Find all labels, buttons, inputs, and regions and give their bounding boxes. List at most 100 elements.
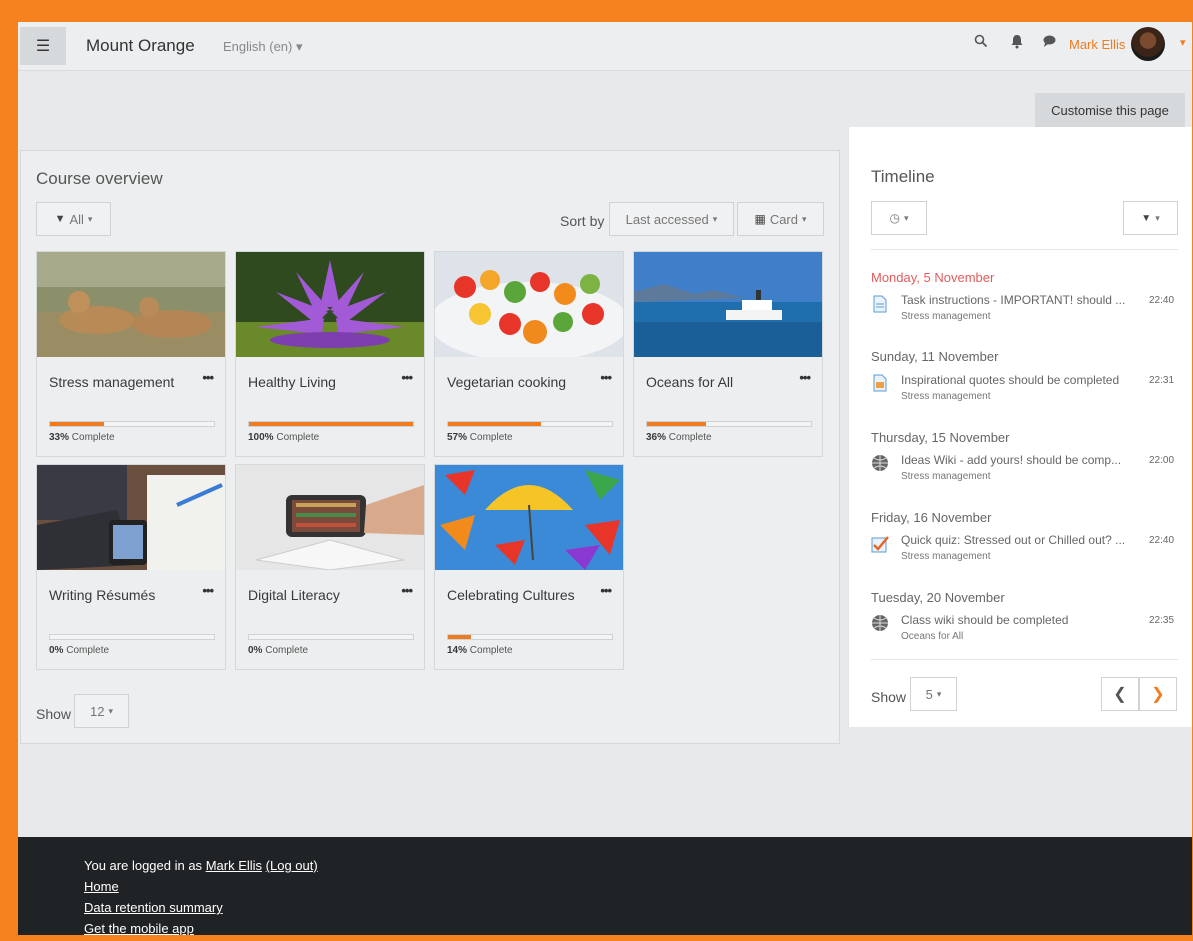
- course-name[interactable]: Healthy Living: [248, 374, 336, 390]
- timeline-day: Sunday, 11 November: [871, 349, 999, 364]
- user-menu-name[interactable]: Mark Ellis: [1069, 37, 1125, 52]
- more-options-icon[interactable]: •••: [202, 583, 214, 598]
- view-dropdown[interactable]: ▦ Card ▾: [737, 202, 824, 236]
- progress-label: Complete: [668, 432, 712, 443]
- progress-text: 0% Complete: [248, 645, 308, 656]
- show-count-dropdown[interactable]: 12 ▾: [74, 694, 129, 728]
- logged-in-text: You are logged in as: [84, 858, 203, 873]
- user-profile-link[interactable]: Mark Ellis: [206, 858, 262, 873]
- progress-bar: [49, 421, 215, 427]
- timeline-event-title[interactable]: Task instructions - IMPORTANT! should ..…: [901, 293, 1145, 307]
- course-image[interactable]: [236, 252, 424, 357]
- divider: [871, 249, 1178, 250]
- timeline-event-title[interactable]: Class wiki should be completed: [901, 613, 1145, 627]
- search-icon[interactable]: [974, 34, 988, 52]
- assignment-icon: [871, 373, 889, 393]
- course-image[interactable]: [37, 465, 225, 570]
- next-page-button[interactable]: ❯: [1139, 677, 1177, 711]
- progress-label: Complete: [265, 645, 309, 656]
- site-name[interactable]: Mount Orange: [86, 36, 195, 56]
- show-count-value: 12: [90, 703, 105, 719]
- course-card[interactable]: Vegetarian cooking ••• 57% Complete: [434, 251, 624, 457]
- mobile-app-link[interactable]: Get the mobile app: [84, 921, 194, 935]
- filter-icon: ▼: [54, 213, 66, 225]
- previous-page-button[interactable]: ❮: [1101, 677, 1139, 711]
- course-card[interactable]: Oceans for All ••• 36% Complete: [633, 251, 823, 457]
- timeline-day: Friday, 16 November: [871, 510, 992, 525]
- caret-down-icon: ▾: [712, 213, 718, 224]
- course-name[interactable]: Stress management: [49, 374, 174, 390]
- caret-down-icon[interactable]: ▾: [1180, 36, 1186, 49]
- caret-down-icon: ▾: [903, 212, 909, 223]
- show-count-dropdown[interactable]: 5 ▾: [910, 677, 957, 711]
- progress-percent: 100%: [248, 432, 274, 443]
- wiki-icon: [871, 613, 889, 633]
- more-options-icon[interactable]: •••: [600, 370, 612, 385]
- filter-label: All: [69, 211, 84, 227]
- progress-text: 57% Complete: [447, 432, 513, 443]
- grouping-filter-button[interactable]: ▼ All ▾: [36, 202, 111, 236]
- more-options-icon[interactable]: •••: [401, 370, 413, 385]
- sort-label: Sort by: [560, 213, 605, 229]
- course-name[interactable]: Digital Literacy: [248, 587, 340, 603]
- course-name[interactable]: Vegetarian cooking: [447, 374, 566, 390]
- sort-dropdown[interactable]: Last accessed ▾: [609, 202, 734, 236]
- language-menu[interactable]: English (en) ▾: [223, 39, 303, 55]
- more-options-icon[interactable]: •••: [799, 370, 811, 385]
- progress-fill: [249, 422, 413, 426]
- more-options-icon[interactable]: •••: [202, 370, 214, 385]
- view-value: Card: [769, 211, 798, 227]
- data-retention-link[interactable]: Data retention summary: [84, 900, 223, 915]
- logout-link[interactable]: (Log out): [266, 858, 318, 873]
- chat-icon[interactable]: [1042, 34, 1057, 52]
- progress-percent: 0%: [49, 645, 64, 656]
- course-image[interactable]: [435, 252, 623, 357]
- progress-text: 0% Complete: [49, 645, 109, 656]
- course-card[interactable]: Digital Literacy ••• 0% Complete: [235, 464, 425, 670]
- course-image[interactable]: [634, 252, 822, 357]
- timeline-day: Thursday, 15 November: [871, 430, 1010, 445]
- progress-percent: 36%: [646, 432, 667, 443]
- timeline-inner: Timeline ◷ ▾ ▼ ▾ Monday, 5 November Task…: [849, 127, 1192, 727]
- progress-label: Complete: [71, 432, 115, 443]
- timeline-event-title[interactable]: Quick quiz: Stressed out or Chilled out?…: [901, 533, 1145, 547]
- home-link[interactable]: Home: [84, 879, 119, 894]
- show-count-value: 5: [925, 686, 933, 702]
- block-title: Course overview: [36, 169, 163, 188]
- customise-page-button[interactable]: Customise this page: [1035, 93, 1185, 127]
- caret-down-icon: ▾: [87, 213, 93, 224]
- timeline-event-title[interactable]: Ideas Wiki - add yours! should be comp..…: [901, 453, 1145, 467]
- timeline-event-title[interactable]: Inspirational quotes should be completed: [901, 373, 1145, 387]
- more-options-icon[interactable]: •••: [600, 583, 612, 598]
- hamburger-icon[interactable]: ☰: [20, 27, 66, 65]
- course-card[interactable]: Celebrating Cultures ••• 14% Complete: [434, 464, 624, 670]
- avatar[interactable]: [1131, 27, 1165, 61]
- progress-bar: [447, 634, 613, 640]
- progress-label: Complete: [469, 432, 513, 443]
- course-image[interactable]: [435, 465, 623, 570]
- timeline-day: Tuesday, 20 November: [871, 590, 1005, 605]
- progress-bar: [646, 421, 812, 427]
- course-name[interactable]: Celebrating Cultures: [447, 587, 575, 603]
- more-options-icon[interactable]: •••: [401, 583, 413, 598]
- course-card[interactable]: Writing Résumés ••• 0% Complete: [36, 464, 226, 670]
- language-label: English (en): [223, 39, 293, 54]
- course-image[interactable]: [236, 465, 424, 570]
- course-card[interactable]: Healthy Living ••• 100% Complete: [235, 251, 425, 457]
- timeline-event-course: Oceans for All: [901, 631, 964, 642]
- progress-percent: 14%: [447, 645, 468, 656]
- caret-down-icon: ▾: [108, 705, 113, 716]
- bell-icon[interactable]: [1010, 34, 1024, 53]
- divider: [871, 659, 1178, 660]
- quiz-icon: [871, 534, 889, 554]
- progress-bar: [49, 634, 215, 640]
- timeline-sort-button[interactable]: ▼ ▾: [1123, 201, 1178, 235]
- progress-label: Complete: [469, 645, 513, 656]
- course-name[interactable]: Writing Résumés: [49, 587, 155, 603]
- course-image[interactable]: [37, 252, 225, 357]
- course-name[interactable]: Oceans for All: [646, 374, 733, 390]
- show-label: Show: [36, 706, 72, 722]
- timeline-date-filter-button[interactable]: ◷ ▾: [871, 201, 927, 235]
- course-card[interactable]: Stress management ••• 33% Complete: [36, 251, 226, 457]
- progress-percent: 33%: [49, 432, 70, 443]
